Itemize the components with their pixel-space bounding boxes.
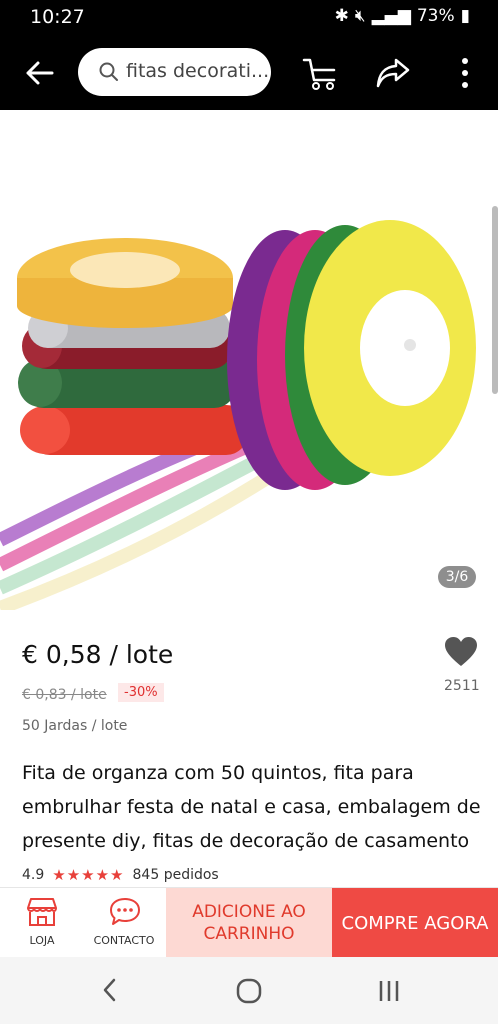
system-nav-bar xyxy=(0,957,498,1024)
original-price: € 0,83 / lote xyxy=(22,687,107,703)
product-image[interactable] xyxy=(0,110,498,610)
action-bar: LOJA CONTACTO ADICIONE AO CARRINHO COMPR… xyxy=(0,887,498,958)
nav-home-icon[interactable] xyxy=(236,978,262,1004)
store-icon xyxy=(27,898,57,926)
search-input[interactable]: fitas decorati... xyxy=(78,48,271,96)
more-vertical-icon[interactable] xyxy=(455,56,475,90)
contact-label: CONTACTO xyxy=(93,934,155,947)
cart-icon[interactable] xyxy=(300,52,340,92)
clock: 10:27 xyxy=(30,6,85,28)
nav-back-icon[interactable] xyxy=(98,977,122,1003)
scrollbar[interactable] xyxy=(492,206,498,394)
arrow-left-icon[interactable] xyxy=(22,56,56,90)
wishlist-count: 2511 xyxy=(444,678,480,694)
mute-icon: 🔇︎ xyxy=(354,6,366,26)
chat-icon xyxy=(110,898,140,925)
buy-now-button[interactable]: COMPRE AGORA xyxy=(332,888,498,958)
status-icons: ✱ 🔇︎ ▂▄▆ 73% ▮ xyxy=(335,6,470,26)
top-bar: fitas decorati... xyxy=(0,36,498,110)
product-title: Fita de organza com 50 quintos, fita par… xyxy=(22,762,481,852)
status-bar: 10:27 ✱ 🔇︎ ▂▄▆ 73% ▮ xyxy=(0,0,498,36)
rating-row[interactable]: 4.9 ★★★★★ 845 pedidos xyxy=(22,866,219,884)
rating-value: 4.9 xyxy=(22,867,45,883)
ribbon-photo xyxy=(0,220,476,610)
heart-icon[interactable] xyxy=(444,636,478,668)
product-price: € 0,58 / lote xyxy=(22,640,174,669)
bluetooth-icon: ✱ xyxy=(334,6,349,26)
signal-icon: ▂▄▆ xyxy=(371,6,411,26)
share-icon[interactable] xyxy=(374,54,412,90)
unit-info: 50 Jardas / lote xyxy=(22,718,128,734)
image-counter: 3/6 xyxy=(438,566,476,588)
rating-stars: ★★★★★ xyxy=(52,866,125,884)
battery-icon: ▮ xyxy=(460,6,470,26)
battery-level: 73% xyxy=(416,6,455,26)
discount-badge: -30% xyxy=(118,683,164,702)
search-icon xyxy=(99,62,118,81)
contact-button[interactable]: CONTACTO xyxy=(88,888,160,958)
add-to-cart-button[interactable]: ADICIONE AO CARRINHO xyxy=(166,888,332,958)
orders-count: 845 pedidos xyxy=(132,867,219,883)
store-button[interactable]: LOJA xyxy=(12,888,72,958)
nav-recent-apps-icon[interactable] xyxy=(376,978,402,1004)
search-query: fitas decorati... xyxy=(126,60,270,82)
store-label: LOJA xyxy=(29,934,55,947)
